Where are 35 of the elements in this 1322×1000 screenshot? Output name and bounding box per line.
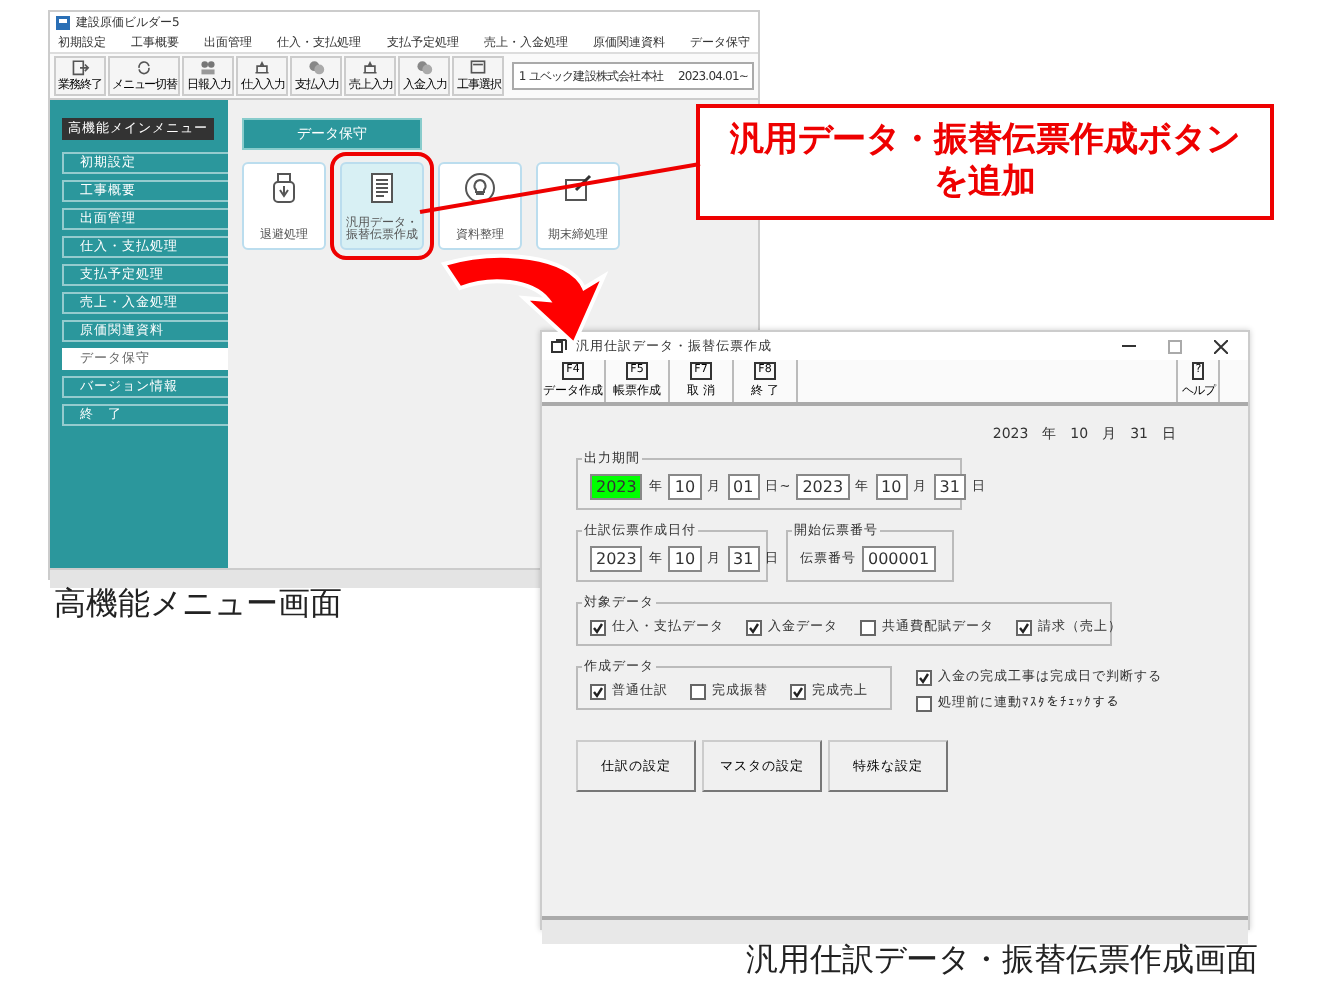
coins-icon xyxy=(304,58,329,76)
caption: 高機能メニュー画面 xyxy=(54,584,342,626)
input-field[interactable]: 01 xyxy=(727,474,760,500)
window-icon xyxy=(550,338,568,354)
input-field[interactable]: 2023 xyxy=(590,546,643,572)
input-field[interactable]: 000001 xyxy=(862,546,936,572)
input-field[interactable]: 2023 xyxy=(796,474,850,500)
input-field[interactable]: 10 xyxy=(875,474,908,500)
checkbox[interactable] xyxy=(746,619,762,635)
people-icon xyxy=(196,58,221,76)
input-field[interactable]: 2023 xyxy=(590,474,643,500)
exit-icon xyxy=(68,58,92,76)
input-field[interactable]: 31 xyxy=(933,474,966,500)
checkbox[interactable] xyxy=(860,619,876,635)
caption: 汎用仕訳データ・振替伝票作成画面 xyxy=(746,940,1258,982)
document-icon xyxy=(366,172,398,204)
callout-text: 汎用データ・振替伝票作成ボタンを追加 xyxy=(696,104,1274,220)
usb-drive-icon xyxy=(268,172,300,204)
input-field[interactable]: 10 xyxy=(668,474,702,500)
screen-icon xyxy=(466,58,491,76)
checkbox[interactable] xyxy=(690,683,706,699)
input-field[interactable]: 31 xyxy=(727,546,760,572)
checkbox[interactable] xyxy=(1016,619,1032,635)
checkbox[interactable] xyxy=(790,683,806,699)
checkbox[interactable] xyxy=(916,695,932,711)
input-field[interactable]: 10 xyxy=(668,546,702,572)
basket-icon xyxy=(250,58,275,76)
edit-icon xyxy=(562,172,594,204)
checkbox[interactable] xyxy=(590,619,606,635)
basket-icon xyxy=(358,58,383,76)
close-icon[interactable] xyxy=(1214,339,1228,353)
lightbulb-icon xyxy=(464,172,496,204)
checkbox[interactable] xyxy=(590,683,606,699)
checkbox[interactable] xyxy=(916,669,932,685)
coins-icon xyxy=(412,58,437,76)
